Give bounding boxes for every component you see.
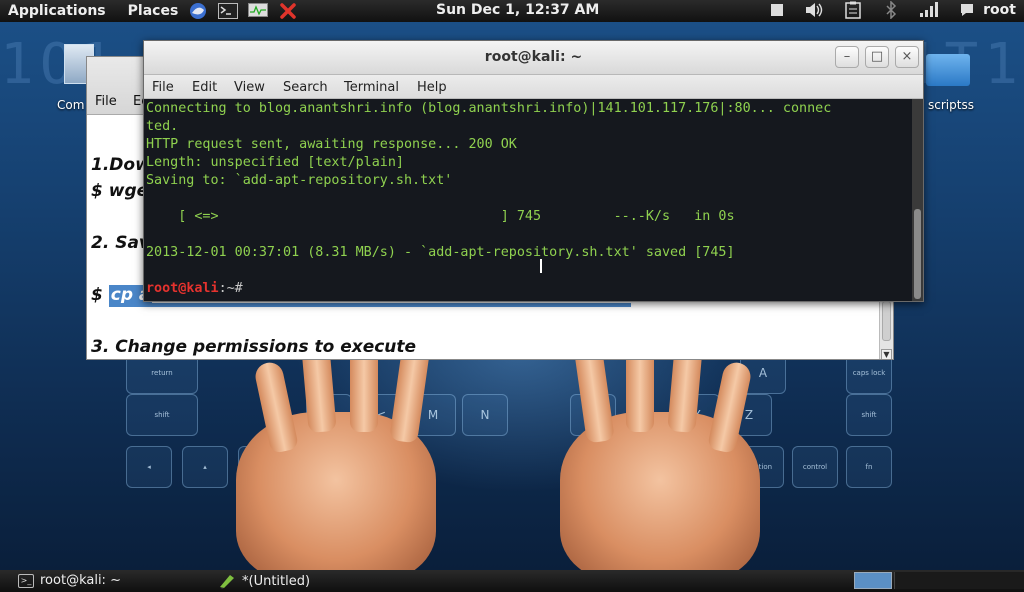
clipboard-icon[interactable] — [843, 1, 863, 19]
taskbar-item-terminal[interactable]: >_ root@kali: ~ — [18, 573, 121, 588]
terminal-icon[interactable] — [218, 2, 239, 20]
terminal-titlebar[interactable]: root@kali: ~ – □ × — [144, 41, 923, 75]
gedit-text-line[interactable]: 2. Sav — [91, 233, 150, 253]
prompt-path: :~# — [218, 281, 243, 296]
maximize-button[interactable]: □ — [865, 46, 889, 68]
desktop-icon-label[interactable]: scriptss — [928, 98, 974, 112]
workspace-switcher[interactable] — [854, 572, 892, 589]
terminal-menu-search[interactable]: Search — [283, 80, 328, 95]
network-signal-icon[interactable] — [919, 1, 939, 19]
taskbar-item-label: *(Untitled) — [242, 573, 311, 589]
terminal-scrollbar[interactable] — [912, 99, 923, 301]
panel-clock[interactable]: Sun Dec 1, 12:37 AM — [436, 2, 599, 18]
terminal-menu-view[interactable]: View — [234, 80, 265, 95]
terminal-menu-terminal[interactable]: Terminal — [344, 80, 399, 95]
gedit-icon — [218, 573, 236, 589]
gedit-text-line[interactable]: 1.Dow — [91, 155, 151, 175]
system-monitor-icon[interactable] — [248, 2, 269, 20]
scroll-down-arrow-icon[interactable]: ▼ — [881, 349, 892, 359]
folder-desktop-icon[interactable] — [926, 54, 970, 86]
gedit-scrollbar-thumb[interactable] — [882, 301, 891, 341]
gedit-menu-file[interactable]: File — [95, 94, 117, 109]
terminal-prompt[interactable]: root@kali:~# — [146, 281, 243, 296]
iceweasel-icon[interactable] — [188, 2, 208, 20]
terminal-menu-help[interactable]: Help — [417, 80, 447, 95]
terminal-menu-edit[interactable]: Edit — [192, 80, 217, 95]
wallpaper-keyboard-row: ◂ ▴ ▸ option command command option cont… — [0, 446, 1024, 506]
terminal-menubar: File Edit View Search Terminal Help — [144, 75, 923, 99]
close-button[interactable]: × — [895, 46, 919, 68]
prompt-user: root — [146, 281, 179, 296]
workspace-switcher-empty[interactable] — [894, 572, 1024, 589]
taskbar-item-gedit[interactable]: *(Untitled) — [218, 573, 310, 589]
applications-menu[interactable]: Applications — [8, 3, 106, 19]
prompt-host: kali — [186, 281, 219, 296]
terminal-line: 2013-12-01 00:37:01 (8.31 MB/s) - `add-a… — [146, 245, 735, 260]
close-x-icon[interactable] — [278, 2, 298, 20]
gedit-selection-highlight — [109, 303, 631, 307]
terminal-progress-line: [ <=> ] 745 --.-K/s in 0s — [146, 209, 735, 224]
mouse-ibeam-cursor — [540, 259, 542, 273]
terminal-title: root@kali: ~ — [484, 49, 583, 65]
user-menu[interactable]: root — [983, 2, 1016, 18]
terminal-scrollbar-thumb[interactable] — [914, 209, 921, 299]
stop-icon[interactable] — [767, 1, 787, 19]
terminal-icon: >_ — [18, 573, 34, 588]
gedit-scrollbar[interactable]: ▼ — [879, 297, 893, 359]
terminal-output[interactable]: Connecting to blog.anantshri.info (blog.… — [144, 99, 914, 301]
bluetooth-icon[interactable] — [881, 1, 901, 19]
desktop-icon-label[interactable]: Com — [57, 98, 84, 112]
system-tray: root — [749, 1, 1016, 19]
top-panel: Applications Places Sun Dec 1, 12:37 AM — [0, 0, 1024, 22]
gedit-text-line[interactable]: 3. Change permissions to execute — [91, 337, 416, 357]
taskbar-item-label: root@kali: ~ — [40, 573, 121, 588]
terminal-line: Saving to: `add-apt-repository.sh.txt' — [146, 173, 453, 188]
terminal-line: Connecting to blog.anantshri.info (blog.… — [146, 101, 832, 116]
terminal-line: Length: unspecified [text/plain] — [146, 155, 404, 170]
terminal-menu-file[interactable]: File — [152, 80, 174, 95]
terminal-line: ted. — [146, 119, 179, 134]
volume-icon[interactable] — [805, 1, 825, 19]
bottom-taskbar: >_ root@kali: ~ *(Untitled) — [0, 570, 1024, 592]
chat-icon[interactable] — [957, 1, 977, 19]
gedit-text-line[interactable]: $ wge — [91, 181, 148, 201]
minimize-button[interactable]: – — [835, 46, 859, 68]
terminal-window[interactable]: root@kali: ~ – □ × File Edit View Search… — [143, 40, 924, 302]
gedit-text-prefix: $ — [91, 285, 109, 305]
places-menu[interactable]: Places — [128, 3, 179, 19]
wallpaper-keyboard-row: shift > < M N V X Z shift — [0, 394, 1024, 454]
terminal-line: HTTP request sent, awaiting response... … — [146, 137, 517, 152]
